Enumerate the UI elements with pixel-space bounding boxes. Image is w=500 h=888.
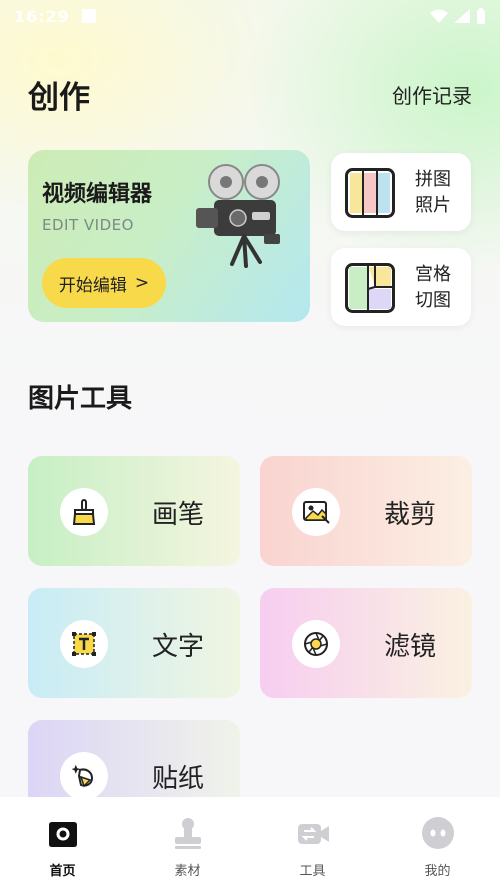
text-icon [72,632,96,656]
text-icon-circle [60,620,108,668]
crop-image-icon [303,501,330,524]
tool-text[interactable]: 文字 [28,588,240,698]
collage-label: 拼图 照片 [415,167,451,219]
grid-cut-card[interactable]: 宫格 切图 [331,248,471,326]
tab-tools-label: 工具 [299,864,326,879]
sticker-icon [71,764,94,788]
grid-cut-label-line1: 宫格 [415,264,451,285]
stamp-icon [174,818,201,849]
chevron-right-icon: > [134,273,150,293]
notification-icon [81,9,96,23]
image-tools-title: 图片工具 [28,384,133,414]
tool-sticker-label: 贴纸 [152,764,205,794]
tab-home[interactable]: 首页 [0,797,125,888]
tool-brush[interactable]: 画笔 [28,456,240,566]
brush-icon [72,499,96,525]
status-bar: 16:29 [0,0,500,32]
collage-label-line2: 照片 [415,195,451,216]
video-editor-card[interactable]: 视频编辑器 EDIT VIDEO 开始编辑 > [28,150,310,322]
grid-cut-label-line2: 切图 [415,290,451,311]
tool-crop[interactable]: 裁剪 [260,456,472,566]
grid-cut-label: 宫格 切图 [415,262,451,314]
tab-materials-label: 素材 [174,864,201,879]
grid-cut-icon [345,263,395,313]
collage-card[interactable]: 拼图 照片 [331,153,471,231]
battery-icon [477,8,485,24]
sticker-icon-circle [60,752,108,800]
profile-icon [421,817,454,849]
signal-icon [454,9,470,23]
video-editor-title: 视频编辑器 [42,182,153,207]
tab-profile[interactable]: 我的 [375,797,500,888]
aperture-icon [304,632,328,656]
collage-label-line1: 拼图 [415,169,451,190]
tab-profile-label: 我的 [424,864,451,879]
wifi-icon [430,9,448,23]
creation-history-link[interactable]: 创作记录 [392,80,472,109]
video-editor-subtitle: EDIT VIDEO [42,216,134,234]
tab-home-label: 首页 [49,864,76,879]
start-editing-label: 开始编辑 [58,275,127,296]
video-tool-icon [297,824,329,844]
tool-text-label: 文字 [152,632,205,662]
tool-filter-label: 滤镜 [384,632,437,662]
home-camera-icon [48,822,77,847]
bottom-tab-bar: 首页 素材 工具 我的 [0,797,500,888]
tool-crop-label: 裁剪 [384,500,437,530]
tab-materials[interactable]: 素材 [125,797,250,888]
brush-icon-circle [60,488,108,536]
tool-brush-label: 画笔 [152,500,205,530]
tool-filter[interactable]: 滤镜 [260,588,472,698]
film-camera-icon [196,164,280,268]
collage-icon [345,168,395,218]
start-editing-button[interactable]: 开始编辑 > [42,258,166,308]
page-title: 创作 [28,80,90,116]
crop-icon-circle [292,488,340,536]
filter-icon-circle [292,620,340,668]
tab-tools[interactable]: 工具 [250,797,375,888]
status-time: 16:29 [14,6,70,26]
